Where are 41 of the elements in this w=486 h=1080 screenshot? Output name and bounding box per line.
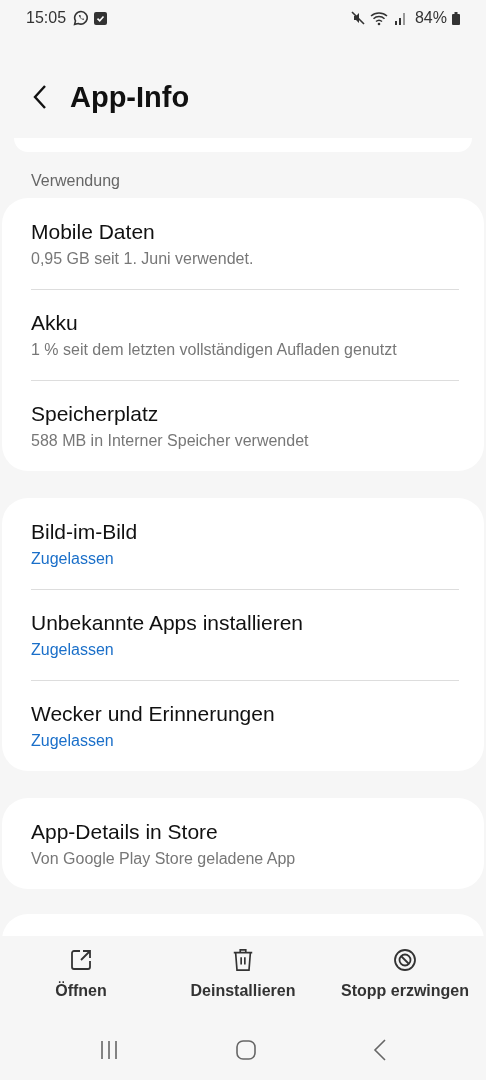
item-title: App-Details in Store	[31, 819, 219, 844]
settings-item[interactable]: Unbekannte Apps installieren Zugelassen	[2, 589, 484, 680]
open-external-icon	[69, 948, 93, 972]
mute-icon	[350, 11, 365, 25]
settings-item[interactable]: Akku 1 % seit dem letzten vollständigen Aufladen genutzt	[2, 289, 484, 380]
back-icon	[32, 84, 48, 110]
checkbox-icon	[94, 11, 108, 25]
settings-item[interactable]: Mobile Daten 0,95 GB seit 1. Juni verwendet.	[2, 198, 484, 289]
item-title: Bild-im-Bild	[31, 519, 139, 544]
battery-icon	[452, 11, 460, 25]
item-title: Mobile Daten	[31, 219, 156, 244]
signal-icon	[394, 11, 407, 25]
item-subtitle: 1 % seit dem letzten vollständigen Aufladen genutzt	[31, 340, 398, 359]
settings-item[interactable]: App-Details in Store Von Google Play Store geladene App	[2, 798, 484, 889]
home-icon	[236, 1040, 256, 1060]
trash-icon	[232, 948, 254, 972]
stop-icon	[393, 948, 417, 972]
action-button[interactable]: Öffnen	[0, 936, 162, 1020]
settings-item[interactable]: Wecker und Erinnerungen Zugelassen	[2, 680, 484, 771]
recents-icon	[98, 1040, 119, 1060]
item-title: Unbekannte Apps installieren	[31, 610, 304, 635]
item-subtitle: Von Google Play Store geladene App	[31, 849, 297, 868]
item-subtitle: Zugelassen	[31, 640, 115, 659]
status-time: 15:05	[26, 9, 67, 27]
item-title: Akku	[31, 310, 79, 335]
page-title: App-Info	[70, 80, 190, 114]
section-label: Verwendung	[30, 171, 121, 191]
item-subtitle: Zugelassen	[31, 731, 115, 750]
item-title: Speicherplatz	[31, 401, 160, 426]
settings-item[interactable]: Bild-im-Bild Zugelassen	[2, 498, 484, 589]
item-subtitle: Zugelassen	[31, 549, 115, 568]
action-button[interactable]: Stopp erzwingen	[324, 936, 486, 1020]
item-subtitle: 588 MB in Interner Speicher verwendet	[31, 431, 310, 450]
item-subtitle: 0,95 GB seit 1. Juni verwendet.	[31, 249, 255, 268]
action-button[interactable]: Deinstallieren	[162, 936, 324, 1020]
wifi-icon	[369, 10, 390, 26]
chat-icon	[73, 10, 90, 26]
item-title: Wecker und Erinnerungen	[31, 701, 276, 726]
battery-percentage: 84%	[414, 9, 447, 27]
back-icon	[373, 1039, 388, 1061]
settings-item[interactable]: Speicherplatz 588 MB in Interner Speicher verwendet	[2, 380, 484, 471]
